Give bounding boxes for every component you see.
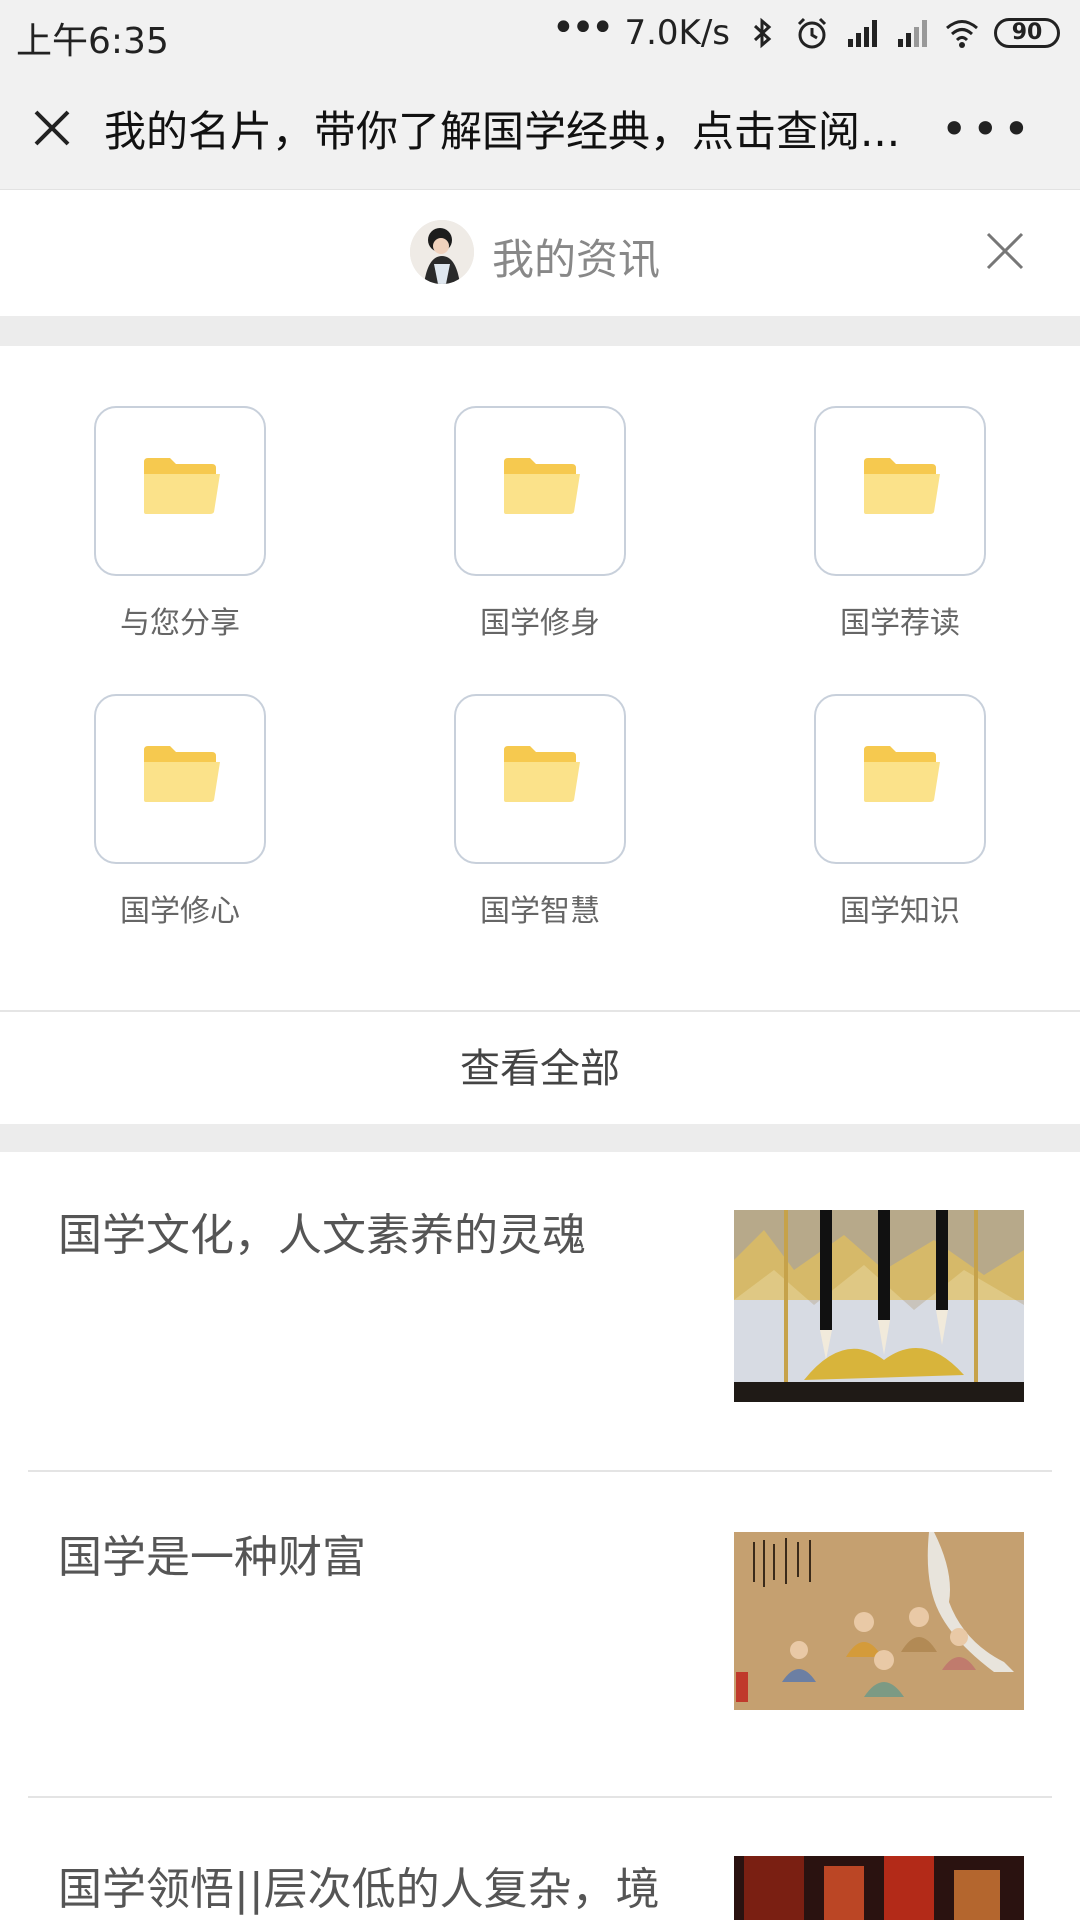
more-dots-icon: •••: [551, 5, 615, 51]
folder-button[interactable]: [814, 406, 986, 576]
network-speed: 7.0K/s: [624, 13, 730, 53]
signal-icon: [898, 20, 927, 47]
folder-button[interactable]: [454, 406, 626, 576]
profile-header: 我的资讯: [0, 190, 1080, 316]
status-time: 上午6:35: [16, 21, 169, 62]
status-bar: 上午6:35 ••• 7.0K/s 90: [0, 0, 1080, 66]
folder-icon: [144, 746, 220, 802]
folder-label: 国学智慧: [480, 894, 600, 929]
status-icons: ••• 7.0K/s 90: [551, 5, 1060, 56]
article-title: 国学领悟||层次低的人复杂，境界: [58, 1864, 660, 1915]
scholars-painting-image: [734, 1532, 1024, 1710]
profile-title: 我的资讯: [492, 235, 661, 284]
article-title: 国学是一种财富: [58, 1532, 366, 1583]
folder-item[interactable]: 国学修身: [430, 346, 650, 641]
folder-button[interactable]: [454, 694, 626, 864]
avatar: [410, 220, 474, 284]
article-item[interactable]: 国学是一种财富: [0, 1474, 1080, 1794]
hd-signal-icon: [848, 20, 877, 47]
nav-bar: 我的名片，带你了解国学经典，点击查阅... •••: [0, 66, 1080, 190]
folder-item[interactable]: 国学修心: [70, 634, 290, 929]
view-all-button[interactable]: 查看全部: [0, 1010, 1080, 1124]
alarm-icon: [797, 17, 827, 49]
calligraphy-brushes-image: [734, 1210, 1024, 1402]
folder-button[interactable]: [94, 694, 266, 864]
folder-icon: [144, 458, 220, 514]
article-item[interactable]: 国学领悟||层次低的人复杂，境界: [0, 1800, 1080, 1920]
page-title: 我的名片，带你了解国学经典，点击查阅...: [104, 107, 901, 156]
folder-item[interactable]: 与您分享: [70, 346, 290, 641]
divider: [28, 1470, 1052, 1472]
folder-icon: [504, 746, 580, 802]
folder-item[interactable]: 国学荐读: [790, 346, 1010, 641]
article-item[interactable]: 国学文化，人文素养的灵魂: [0, 1152, 1080, 1472]
more-icon[interactable]: •••: [941, 106, 1034, 152]
folder-label: 国学知识: [840, 894, 960, 929]
folder-icon: [864, 746, 940, 802]
folder-button[interactable]: [94, 406, 266, 576]
wifi-icon: [946, 20, 978, 48]
section-divider: [0, 1124, 1080, 1152]
folder-item[interactable]: 国学知识: [790, 634, 1010, 929]
folder-label: 国学修心: [120, 894, 240, 929]
folder-grid: 与您分享 国学修身 国学荐读 国学修心 国学智慧 国学知识: [0, 346, 1080, 1010]
section-divider: [0, 316, 1080, 346]
folder-button[interactable]: [814, 694, 986, 864]
folder-icon: [864, 458, 940, 514]
red-lanterns-image: [734, 1856, 1024, 1920]
close-icon[interactable]: [28, 104, 76, 152]
folder-item[interactable]: 国学智慧: [430, 634, 650, 929]
folder-icon: [504, 458, 580, 514]
avatar-image: [410, 220, 474, 284]
close-icon[interactable]: [982, 228, 1028, 274]
battery-icon: 90: [994, 18, 1060, 48]
divider: [28, 1796, 1052, 1798]
bluetooth-icon: [753, 17, 772, 49]
article-title: 国学文化，人文素养的灵魂: [58, 1210, 586, 1261]
